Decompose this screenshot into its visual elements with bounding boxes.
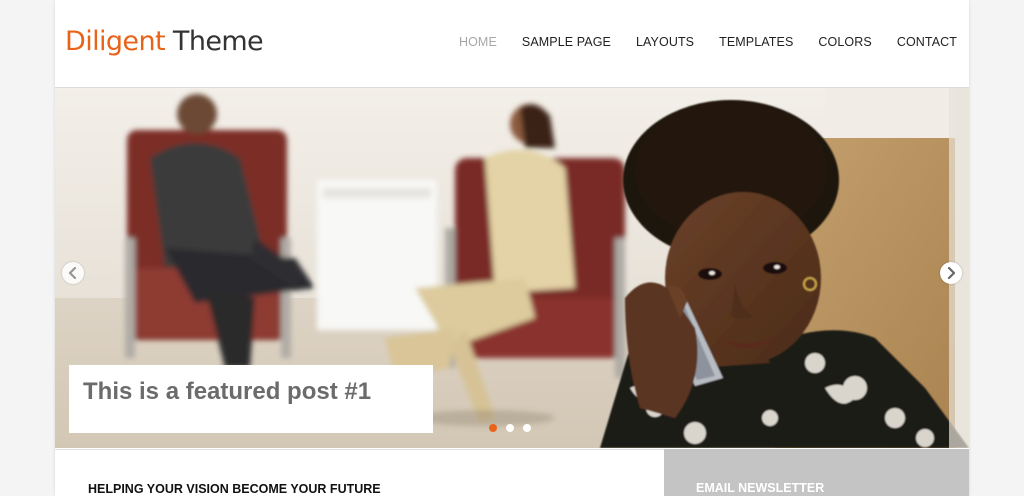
slider-dot-3[interactable]: [523, 424, 531, 432]
nav-item-colors[interactable]: COLORS: [818, 35, 871, 49]
slide-caption: This is a featured post #1: [69, 365, 433, 433]
slider-next-button[interactable]: [940, 262, 962, 284]
chevron-left-icon: [68, 267, 77, 279]
site-logo[interactable]: Diligent Theme: [65, 26, 264, 57]
logo-text-primary: Diligent: [65, 26, 166, 57]
slider-dot-1[interactable]: [489, 424, 497, 432]
nav-item-layouts[interactable]: LAYOUTS: [636, 35, 694, 49]
chevron-right-icon: [947, 267, 956, 279]
main-content: HELPING YOUR VISION BECOME YOUR FUTURE: [55, 449, 664, 496]
slider-pagination: [489, 424, 531, 432]
slider-dot-2[interactable]: [506, 424, 514, 432]
slider-prev-button[interactable]: [62, 262, 84, 284]
slide-caption-title[interactable]: This is a featured post #1: [83, 378, 371, 406]
nav-item-contact[interactable]: CONTACT: [897, 35, 957, 49]
featured-slider[interactable]: This is a featured post #1: [55, 88, 969, 448]
site-header: Diligent Theme HOME SAMPLE PAGE LAYOUTS …: [55, 0, 969, 88]
content-heading: HELPING YOUR VISION BECOME YOUR FUTURE: [88, 482, 381, 496]
nav-item-home[interactable]: HOME: [459, 35, 497, 49]
sidebar: EMAIL NEWSLETTER: [664, 449, 969, 496]
page-container: Diligent Theme HOME SAMPLE PAGE LAYOUTS …: [55, 0, 969, 496]
logo-text-secondary: Theme: [164, 26, 264, 57]
nav-item-sample-page[interactable]: SAMPLE PAGE: [522, 35, 611, 49]
nav-item-templates[interactable]: TEMPLATES: [719, 35, 793, 49]
sidebar-heading-email-newsletter: EMAIL NEWSLETTER: [696, 481, 825, 495]
main-nav: HOME SAMPLE PAGE LAYOUTS TEMPLATES COLOR…: [434, 35, 957, 49]
